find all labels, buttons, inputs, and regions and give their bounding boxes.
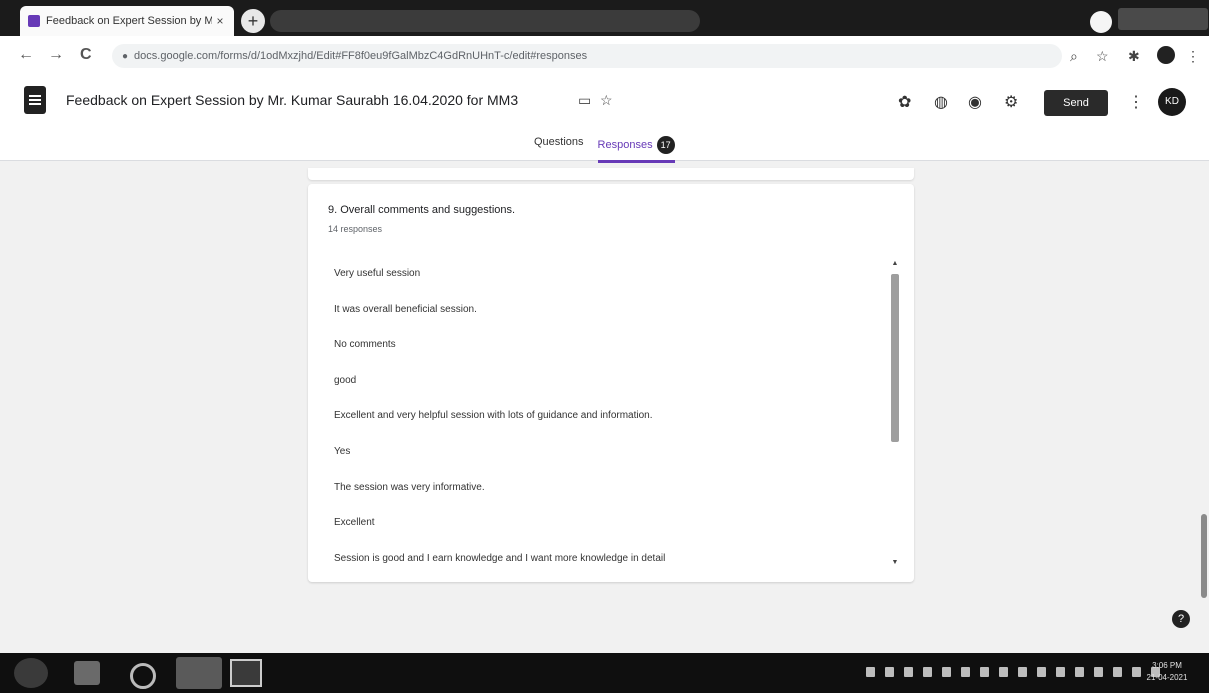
start-button[interactable]	[14, 658, 48, 688]
tray-icon[interactable]	[923, 667, 932, 677]
more-vert-icon[interactable]: ⋮	[1186, 48, 1200, 65]
address-bar-row: ← → C ● docs.google.com/forms/d/1odMxzjh…	[0, 36, 1209, 76]
tab-close-icon[interactable]: ×	[212, 14, 228, 28]
file-explorer-icon[interactable]	[74, 661, 100, 685]
list-item: Yes	[334, 445, 351, 457]
response-list: Very useful session It was overall benef…	[334, 256, 884, 576]
settings-gear-icon[interactable]: ⚙	[1004, 92, 1018, 112]
tab-responses-label: Responses	[597, 139, 653, 151]
list-item: Very useful session	[334, 268, 421, 279]
form-tabs: Questions Responses 17	[534, 136, 675, 163]
back-button[interactable]: ←	[18, 46, 34, 64]
tray-icon[interactable]	[1075, 667, 1084, 677]
tray-icon[interactable]	[942, 667, 951, 677]
tray-icon[interactable]	[1018, 667, 1027, 677]
tray-icon[interactable]	[1113, 667, 1122, 677]
new-tab-button[interactable]: +	[241, 9, 265, 33]
question-summary-card: 9. Overall comments and suggestions. 14 …	[308, 184, 914, 582]
browser-tab[interactable]: Feedback on Expert Session by M ×	[20, 6, 234, 36]
question-title: 9. Overall comments and suggestions.	[328, 204, 516, 216]
star-icon[interactable]: ☆	[600, 92, 613, 109]
help-button[interactable]: ?	[1172, 610, 1190, 628]
scrollbar-thumb[interactable]	[891, 274, 899, 442]
page-scrollbar[interactable]	[1201, 514, 1207, 598]
profile-icon[interactable]	[1090, 11, 1112, 33]
folder-icon[interactable]: ▭	[578, 92, 591, 109]
url-text: docs.google.com/forms/d/1odMxzjhd/Edit#F…	[134, 50, 588, 62]
avatar[interactable]: KD	[1158, 88, 1186, 116]
list-item: Session is good and I earn knowledge and…	[334, 552, 666, 564]
browser-tab-strip: Feedback on Expert Session by M × +	[0, 0, 1209, 36]
reload-button[interactable]: C	[80, 46, 92, 64]
scroll-up-arrow-icon[interactable]: ▲	[890, 260, 900, 267]
palette-icon[interactable]: ◍	[934, 92, 948, 112]
account-icon[interactable]	[1157, 46, 1175, 64]
taskbar-clock[interactable]: 3:06 PM 21-04-2021	[1132, 660, 1202, 684]
list-item: It was overall beneficial session.	[334, 303, 477, 315]
list-item: Excellent and very helpful session with …	[334, 410, 653, 422]
responses-count-badge: 17	[656, 136, 675, 154]
forward-button[interactable]: →	[48, 46, 64, 64]
tab-strip-background	[270, 10, 700, 32]
chrome-app-icon[interactable]	[176, 657, 222, 689]
opera-browser-icon[interactable]	[130, 663, 156, 689]
response-list-scrollbar[interactable]: ▲ ▼	[890, 260, 900, 566]
clock-time: 3:06 PM	[1152, 661, 1182, 670]
previous-question-card	[308, 168, 914, 180]
addon-icon[interactable]: ✿	[898, 92, 911, 112]
star-icon[interactable]: ☆	[1096, 48, 1109, 65]
tray-icon[interactable]	[885, 667, 894, 677]
list-item: Excellent	[334, 517, 375, 529]
tray-icon[interactable]	[1037, 667, 1046, 677]
tab-responses[interactable]: Responses 17	[597, 136, 675, 163]
response-count: 14 responses	[328, 224, 383, 234]
os-taskbar: 3:06 PM 21-04-2021	[0, 653, 1209, 693]
address-input[interactable]: ● docs.google.com/forms/d/1odMxzjhd/Edit…	[112, 44, 1062, 68]
tray-icon[interactable]	[1056, 667, 1065, 677]
app-window-icon[interactable]	[230, 659, 262, 687]
lock-icon: ●	[122, 50, 129, 62]
tab-questions[interactable]: Questions	[534, 136, 584, 163]
search-icon[interactable]: ⌕	[1070, 48, 1078, 65]
preview-eye-icon[interactable]: ◉	[968, 92, 982, 112]
tray-icon[interactable]	[961, 667, 970, 677]
scroll-down-arrow-icon[interactable]: ▼	[890, 559, 900, 566]
tray-icon[interactable]	[999, 667, 1008, 677]
puzzle-icon[interactable]: ✱	[1128, 48, 1140, 65]
more-options-icon[interactable]: ⋮	[1128, 92, 1144, 112]
clock-date: 21-04-2021	[1146, 673, 1188, 682]
forms-favicon-icon	[28, 15, 40, 27]
tray-icon[interactable]	[980, 667, 989, 677]
list-item: No comments	[334, 339, 396, 351]
list-item: good	[334, 374, 357, 386]
system-tray	[866, 667, 1160, 677]
forms-header: Feedback on Expert Session by Mr. Kumar …	[0, 76, 1209, 163]
tray-icon[interactable]	[866, 667, 875, 677]
window-controls[interactable]	[1118, 8, 1208, 30]
tray-icon[interactable]	[1094, 667, 1103, 677]
list-item: The session was very informative.	[334, 481, 485, 493]
form-title[interactable]: Feedback on Expert Session by Mr. Kumar …	[66, 92, 518, 108]
tray-icon[interactable]	[904, 667, 913, 677]
forms-logo-icon[interactable]	[24, 86, 46, 114]
send-button[interactable]: Send	[1044, 90, 1108, 116]
tab-title: Feedback on Expert Session by M	[46, 15, 212, 27]
